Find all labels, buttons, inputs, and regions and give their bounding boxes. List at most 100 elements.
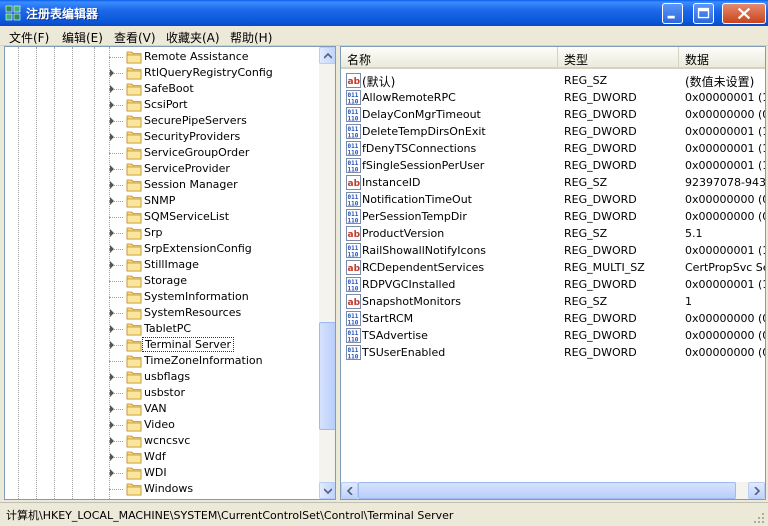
menu-help[interactable]: 帮助(H) — [230, 29, 272, 46]
value-row[interactable]: 011 110 StartRCM REG_DWORD 0x00000000 (0) — [341, 310, 765, 327]
tree-item[interactable]: usbflags — [5, 369, 317, 385]
tree-item[interactable]: RtlQueryRegistryConfig — [5, 65, 317, 81]
expand-arrow-icon[interactable] — [110, 261, 114, 269]
scroll-thumb[interactable] — [319, 322, 335, 430]
tree-item[interactable]: Terminal Server — [5, 337, 317, 353]
tree-item[interactable]: Windows — [5, 481, 317, 497]
tree-item[interactable]: wcncsvc — [5, 433, 317, 449]
tree-item[interactable]: SNMP — [5, 193, 317, 209]
tree-item[interactable]: VAN — [5, 401, 317, 417]
value-row[interactable]: ab RCDependentServices REG_MULTI_SZ CertPro… — [341, 259, 765, 276]
value-row[interactable]: 011 110 DeleteTempDirsOnExit REG_DWORD 0x000… — [341, 123, 765, 140]
value-row[interactable]: ab (默认) REG_SZ (数值未设置) — [341, 72, 765, 89]
tree-item[interactable]: ServiceGroupOrder — [5, 145, 317, 161]
expand-arrow-icon[interactable] — [110, 341, 114, 349]
expand-arrow-icon[interactable] — [110, 101, 114, 109]
scroll-down-button[interactable] — [319, 482, 335, 499]
value-row[interactable]: 011 110 AllowRemoteRPC REG_DWORD 0x00000001 … — [341, 89, 766, 106]
tree-vertical-scrollbar[interactable] — [319, 47, 335, 499]
value-row[interactable]: 011 110 fSingleSessionPerUser REG_DWORD 0x00… — [341, 157, 766, 174]
menu-file[interactable]: 文件(F) — [9, 29, 49, 46]
tree-item[interactable]: Srp — [5, 225, 317, 241]
menu-view[interactable]: 查看(V) — [114, 29, 156, 46]
expand-arrow-icon[interactable] — [110, 69, 114, 77]
scroll-left-button[interactable] — [341, 482, 358, 499]
close-icon — [737, 7, 751, 20]
value-data: 5.1 — [685, 227, 703, 240]
value-row[interactable]: 011 110 NotificationTimeOut REG_DWORD 0x0000… — [341, 191, 765, 208]
tree-item[interactable]: Storage — [5, 273, 317, 289]
column-header-data[interactable]: 数据 — [679, 47, 765, 67]
tree-item[interactable]: usbstor — [5, 385, 317, 401]
minimize-button[interactable] — [662, 3, 683, 24]
expand-arrow-icon[interactable] — [110, 181, 114, 189]
maximize-button[interactable] — [693, 3, 714, 24]
tree-item[interactable]: Wdf — [5, 449, 317, 465]
scroll-right-button[interactable] — [748, 482, 765, 499]
menu-edit[interactable]: 编辑(E) — [62, 29, 103, 46]
expand-arrow-icon[interactable] — [110, 245, 114, 253]
value-row[interactable]: abInstanceID REG_SZ 92397078-943d- — [341, 174, 765, 191]
tree-item-label: Srp — [144, 226, 163, 239]
expand-arrow-icon[interactable] — [110, 421, 114, 429]
minimize-icon — [667, 15, 675, 19]
value-data: 0x00000001 (1) — [685, 159, 766, 172]
values-list[interactable]: 名称 类型 数据 ab (默认) REG_SZ (数值未设置) 011 110 AllowR… — [340, 46, 766, 500]
menu-favorites[interactable]: 收藏夹(A) — [166, 29, 220, 46]
value-data: 0x00000001 (1) — [685, 91, 766, 104]
expand-arrow-icon[interactable] — [110, 197, 114, 205]
tree-item[interactable]: TabletPC — [5, 321, 317, 337]
tree-item[interactable]: StillImage — [5, 257, 317, 273]
expand-arrow-icon[interactable] — [110, 453, 114, 461]
expand-arrow-icon[interactable] — [110, 325, 114, 333]
expand-arrow-icon[interactable] — [110, 309, 114, 317]
expand-arrow-icon[interactable] — [110, 117, 114, 125]
horizontal-scroll-thumb[interactable] — [358, 482, 736, 499]
value-data: CertPropSvc Ses — [685, 261, 765, 274]
value-row[interactable]: 011 110 TSUserEnabled REG_DWORD 0x00000000 (… — [341, 344, 765, 361]
close-button[interactable] — [722, 3, 766, 24]
expand-arrow-icon[interactable] — [110, 389, 114, 397]
value-row[interactable]: 011 110 fDenyTSConnections REG_DWORD 0x00000… — [341, 140, 765, 157]
tree-item[interactable]: SecurePipeServers — [5, 113, 317, 129]
scroll-up-button[interactable] — [319, 47, 335, 64]
tree-item[interactable]: Video — [5, 417, 317, 433]
expand-arrow-icon[interactable] — [110, 229, 114, 237]
expand-arrow-icon[interactable] — [110, 437, 114, 445]
tree-item[interactable]: SrpExtensionConfig — [5, 241, 317, 257]
column-header-type[interactable]: 类型 — [558, 47, 679, 67]
title-bar[interactable]: 注册表编辑器 — [0, 0, 768, 26]
tree-item[interactable]: SystemInformation — [5, 289, 317, 305]
column-header-name[interactable]: 名称 — [341, 47, 558, 67]
tree-item[interactable]: Remote Assistance — [5, 49, 317, 65]
value-row[interactable]: 011 110 DelayConMgrTimeout REG_DWORD 0x00000… — [341, 106, 765, 123]
tree-item[interactable]: SecurityProviders — [5, 129, 317, 145]
value-name: DelayConMgrTimeout — [362, 108, 481, 121]
resize-grip-icon[interactable] — [752, 511, 766, 525]
expand-arrow-icon[interactable] — [110, 373, 114, 381]
expand-arrow-icon[interactable] — [110, 405, 114, 413]
value-row[interactable]: ab SnapshotMonitors REG_SZ 1 — [341, 293, 765, 310]
expand-arrow-icon[interactable] — [110, 85, 114, 93]
value-row[interactable]: 011 110 TSAdvertise REG_DWORD 0x00000000 (0) — [341, 327, 765, 344]
value-row[interactable]: 011 110 RailShowallNotifyIcons REG_DWORD 0x0… — [341, 242, 765, 259]
svg-text:110: 110 — [348, 286, 359, 293]
expand-arrow-icon[interactable] — [110, 469, 114, 477]
tree-item[interactable]: WDI — [5, 465, 317, 481]
expand-arrow-icon[interactable] — [110, 165, 114, 173]
expand-arrow-icon[interactable] — [110, 133, 114, 141]
tree-item[interactable]: SystemResources — [5, 305, 317, 321]
tree-item[interactable]: ScsiPort — [5, 97, 317, 113]
value-row[interactable]: 011 110 PerSessionTempDir REG_DWORD 0x000000… — [341, 208, 765, 225]
value-name: RailShowallNotifyIcons — [362, 244, 487, 257]
tree-item[interactable]: SQMServiceList — [5, 209, 317, 225]
list-horizontal-scrollbar[interactable] — [341, 482, 765, 499]
tree-item[interactable]: TimeZoneInformation — [5, 353, 317, 369]
value-row[interactable]: ab ProductVersion REG_SZ 5.1 — [341, 225, 765, 242]
tree-item[interactable]: Session Manager — [5, 177, 317, 193]
tree-item-label: SecurityProviders — [144, 130, 241, 143]
registry-tree[interactable]: Remote Assistance RtlQueryRegistryConfig S… — [4, 46, 336, 500]
value-row[interactable]: 011 110 RDPVGCInstalled REG_DWORD 0x00000001… — [341, 276, 765, 293]
tree-item[interactable]: SafeBoot — [5, 81, 317, 97]
tree-item[interactable]: ServiceProvider — [5, 161, 317, 177]
